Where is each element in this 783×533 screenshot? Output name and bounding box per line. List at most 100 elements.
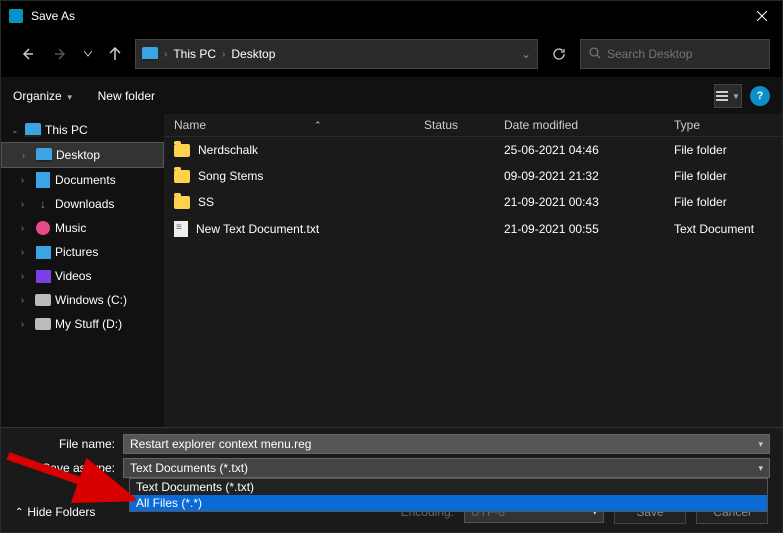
file-row[interactable]: Song Stems09-09-2021 21:32File folder xyxy=(164,163,782,189)
sidebar-item-videos[interactable]: › Videos xyxy=(1,264,164,288)
chevron-right-icon: › xyxy=(21,295,31,305)
up-button[interactable] xyxy=(101,40,129,68)
sort-ascending-icon: ⌃ xyxy=(314,120,322,131)
file-row[interactable]: Nerdschalk25-06-2021 04:46File folder xyxy=(164,137,782,163)
breadcrumb-item[interactable]: This PC xyxy=(173,47,216,61)
app-icon xyxy=(9,9,23,23)
sidebar: ⌄ This PC › Desktop › Documents › ↓ Down… xyxy=(1,114,164,427)
sidebar-item-label: Music xyxy=(55,221,86,235)
arrow-right-icon xyxy=(54,47,68,61)
sidebar-item-pictures[interactable]: › Pictures xyxy=(1,240,164,264)
back-button[interactable] xyxy=(13,40,41,68)
save-as-type-dropdown: Text Documents (*.txt) All Files (*.*) xyxy=(129,478,768,512)
refresh-button[interactable] xyxy=(544,40,574,68)
file-date: 09-09-2021 21:32 xyxy=(504,169,674,183)
sidebar-item-label: Pictures xyxy=(55,245,98,259)
file-name-field[interactable]: ▾ xyxy=(123,434,770,454)
new-folder-button[interactable]: New folder xyxy=(98,89,155,103)
column-type[interactable]: Type xyxy=(674,118,782,132)
chevron-right-icon: › xyxy=(22,150,32,160)
chevron-right-icon: › xyxy=(21,199,31,209)
arrow-left-icon xyxy=(20,47,34,61)
chevron-down-icon: ▼ xyxy=(732,92,740,101)
file-type: Text Document xyxy=(674,222,782,236)
sidebar-root-this-pc[interactable]: ⌄ This PC xyxy=(1,118,164,142)
type-option-all-files[interactable]: All Files (*.*) xyxy=(130,495,767,511)
sidebar-item-label: This PC xyxy=(45,123,88,137)
content-area: ⌄ This PC › Desktop › Documents › ↓ Down… xyxy=(1,114,782,427)
column-name[interactable]: Name xyxy=(174,118,206,132)
file-list: Name ⌃ Status Date modified Type Nerdsch… xyxy=(164,114,782,427)
type-option-txt[interactable]: Text Documents (*.txt) xyxy=(130,479,767,495)
search-input[interactable] xyxy=(607,47,761,61)
column-status[interactable]: Status xyxy=(424,118,504,132)
chevron-down-icon: ⌄ xyxy=(11,125,21,136)
toolbar: Organize▼ New folder ▼ ? xyxy=(1,78,782,114)
file-type: File folder xyxy=(674,143,782,157)
sidebar-item-downloads[interactable]: › ↓ Downloads xyxy=(1,192,164,216)
sidebar-item-label: Desktop xyxy=(56,148,100,162)
file-name: SS xyxy=(198,195,214,209)
chevron-right-icon: › xyxy=(222,49,225,60)
bottom-form: File name: ▾ Save as type: Text Document… xyxy=(1,427,782,532)
sidebar-item-music[interactable]: › Music xyxy=(1,216,164,240)
sidebar-item-label: My Stuff (D:) xyxy=(55,317,122,331)
search-icon xyxy=(589,47,601,62)
file-date: 21-09-2021 00:43 xyxy=(504,195,674,209)
view-options-button[interactable]: ▼ xyxy=(714,84,742,108)
pictures-icon xyxy=(36,246,51,259)
close-button[interactable] xyxy=(750,4,774,28)
arrow-up-icon xyxy=(108,47,122,61)
chevron-down-icon[interactable]: ⌄ xyxy=(521,47,531,61)
list-icon xyxy=(716,91,728,101)
refresh-icon xyxy=(552,47,566,61)
chevron-up-icon: ⌃ xyxy=(15,507,23,518)
sidebar-item-label: Videos xyxy=(55,269,91,283)
music-icon xyxy=(36,221,50,235)
navbar: › This PC › Desktop ⌄ xyxy=(1,31,782,78)
sidebar-item-windows-c[interactable]: › Windows (C:) xyxy=(1,288,164,312)
recent-dropdown[interactable] xyxy=(81,40,95,68)
window-title: Save As xyxy=(31,9,75,23)
file-date: 25-06-2021 04:46 xyxy=(504,143,674,157)
file-name-label: File name: xyxy=(13,437,123,451)
chevron-right-icon: › xyxy=(21,223,31,233)
save-as-type-select[interactable]: Text Documents (*.txt) ▾ xyxy=(123,458,770,478)
pc-icon xyxy=(25,123,41,137)
organize-menu[interactable]: Organize▼ xyxy=(13,89,74,103)
chevron-down-icon: ▼ xyxy=(66,93,74,102)
document-icon xyxy=(36,172,50,188)
download-icon: ↓ xyxy=(35,196,51,212)
sidebar-item-documents[interactable]: › Documents xyxy=(1,168,164,192)
chevron-down-icon[interactable]: ▾ xyxy=(758,439,763,450)
pc-icon xyxy=(142,47,158,61)
file-row[interactable]: New Text Document.txt21-09-2021 00:55Tex… xyxy=(164,215,782,243)
hide-folders-toggle[interactable]: ⌃ Hide Folders xyxy=(15,505,95,519)
disk-icon xyxy=(35,318,51,330)
file-row[interactable]: SS21-09-2021 00:43File folder xyxy=(164,189,782,215)
address-bar[interactable]: › This PC › Desktop ⌄ xyxy=(135,39,538,69)
sidebar-item-desktop[interactable]: › Desktop xyxy=(1,142,164,168)
sidebar-item-label: Downloads xyxy=(55,197,114,211)
chevron-right-icon: › xyxy=(164,49,167,60)
desktop-icon xyxy=(36,148,52,162)
close-icon xyxy=(757,11,767,21)
folder-icon xyxy=(174,144,190,157)
sidebar-item-label: Documents xyxy=(55,173,116,187)
file-name-input[interactable] xyxy=(130,437,752,451)
column-date[interactable]: Date modified xyxy=(504,118,674,132)
search-box[interactable] xyxy=(580,39,770,69)
chevron-down-icon: ▾ xyxy=(758,463,763,474)
file-name: New Text Document.txt xyxy=(196,222,319,236)
forward-button[interactable] xyxy=(47,40,75,68)
help-button[interactable]: ? xyxy=(750,86,770,106)
breadcrumb-item[interactable]: Desktop xyxy=(231,47,275,61)
column-headers: Name ⌃ Status Date modified Type xyxy=(164,114,782,137)
save-as-dialog: Save As › This PC › Desktop ⌄ xyxy=(0,0,783,533)
folder-icon xyxy=(174,170,190,183)
disk-icon xyxy=(35,294,51,306)
titlebar: Save As xyxy=(1,1,782,31)
text-file-icon xyxy=(174,221,188,237)
videos-icon xyxy=(36,270,51,283)
sidebar-item-mystuff-d[interactable]: › My Stuff (D:) xyxy=(1,312,164,336)
